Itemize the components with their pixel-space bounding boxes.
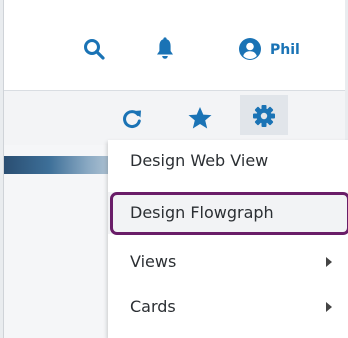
highlight-outline — [110, 192, 348, 235]
menu-item-label: Design Web View — [130, 151, 269, 170]
gear-icon[interactable] — [252, 104, 276, 128]
menu-item-cards[interactable]: Cards — [108, 286, 348, 328]
settings-dropdown-menu: Design Web View Design Flowgraph Views C… — [108, 140, 348, 338]
menu-item-design-web-view[interactable]: Design Web View — [108, 140, 348, 182]
menu-item-views[interactable]: Views — [108, 241, 348, 283]
refresh-icon[interactable] — [121, 108, 143, 130]
menu-item-label: Cards — [130, 297, 176, 316]
app-panel: Phil Design Web View Design Flowgraph Vi… — [3, 0, 348, 338]
chevron-right-icon — [326, 257, 332, 267]
background-image-thumbnail — [4, 156, 116, 174]
user-icon[interactable] — [238, 37, 262, 61]
user-name[interactable]: Phil — [270, 42, 300, 58]
star-icon[interactable] — [187, 106, 213, 130]
menu-item-label: Views — [130, 252, 177, 271]
header-bar: Phil — [4, 0, 345, 91]
search-icon[interactable] — [83, 38, 105, 60]
toolbar — [4, 91, 345, 145]
bell-icon[interactable] — [156, 37, 174, 61]
chevron-right-icon — [326, 302, 332, 312]
